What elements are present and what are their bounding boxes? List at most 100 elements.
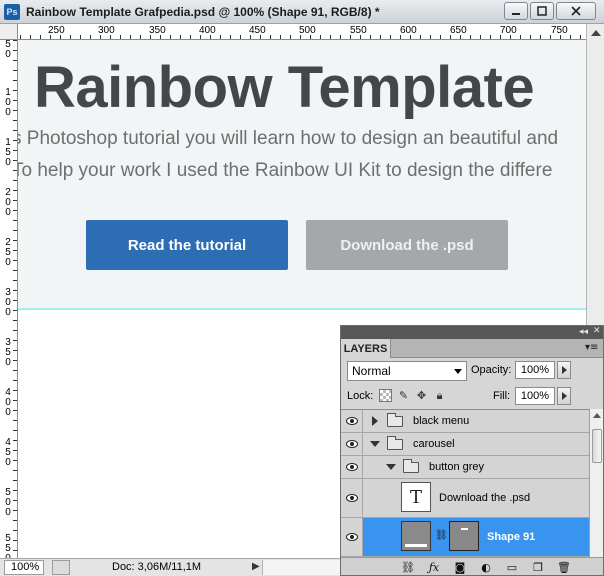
expand-triangle-icon[interactable] <box>372 416 378 426</box>
ruler-label: 450 <box>5 437 11 468</box>
layer-row[interactable]: carousel <box>341 433 589 456</box>
zoom-field[interactable]: 100% <box>4 560 44 575</box>
layer-style-icon[interactable]: ƒx <box>427 560 441 574</box>
chevron-down-icon <box>454 369 462 374</box>
ruler-vertical[interactable]: 50 100 150 200 250 300 350 400 450 500 5… <box>0 40 18 558</box>
layer-row[interactable]: black menu <box>341 410 589 433</box>
ruler-label: 550 <box>5 533 11 559</box>
layers-scrollbar[interactable] <box>589 409 603 557</box>
panel-menu-icon[interactable]: ▾≡ <box>585 342 598 353</box>
visibility-toggle[interactable] <box>341 479 363 517</box>
layer-name: Shape 91 <box>487 531 536 543</box>
restore-icon <box>537 6 547 16</box>
layer-name: black menu <box>413 415 470 427</box>
folder-icon <box>387 413 403 427</box>
ruler-horizontal[interactable]: 250 300 350 400 450 500 550 600 650 700 … <box>18 24 586 40</box>
opacity-slider-button[interactable] <box>557 361 571 379</box>
layer-row[interactable]: T Download the .psd <box>341 479 589 518</box>
new-layer-icon[interactable]: ❐ <box>531 560 545 574</box>
eye-icon <box>345 494 358 502</box>
ruler-label: 450 <box>249 25 266 36</box>
eye-icon <box>345 440 358 448</box>
opacity-field[interactable]: 100% <box>515 361 555 379</box>
vector-mask-thumbnail <box>449 521 479 551</box>
delete-layer-icon[interactable]: 🗑︎ <box>557 560 571 574</box>
status-menu-arrow-icon[interactable]: ▶ <box>252 561 260 572</box>
ruler-label: 150 <box>5 137 11 168</box>
link-layers-icon[interactable]: ⛓ <box>401 560 415 574</box>
close-button[interactable] <box>556 2 596 20</box>
layer-name: Download the .psd <box>439 492 531 504</box>
document-size-info[interactable]: Doc: 3,06M/11,1M <box>112 561 201 573</box>
hero-title: Rainbow Template <box>34 55 535 120</box>
lock-transparency-icon[interactable] <box>379 389 392 402</box>
ruler-label: 500 <box>299 25 316 36</box>
read-tutorial-button[interactable]: Read the tutorial <box>86 220 288 270</box>
add-mask-icon[interactable]: ◙ <box>453 560 467 574</box>
lock-label: Lock: <box>347 390 374 402</box>
visibility-toggle[interactable] <box>341 456 363 478</box>
scroll-up-arrow-icon[interactable] <box>591 30 601 36</box>
status-preview-icon[interactable] <box>52 560 70 575</box>
layers-panel: ◂◂ ✕ LAYERS ▾≡ Normal Opacity: 100% Lock… <box>340 325 604 576</box>
lock-all-icon[interactable]: 🔒︎ <box>433 389 446 402</box>
collapse-triangle-icon[interactable] <box>386 464 396 470</box>
folder-icon <box>387 436 403 450</box>
hero-section: Rainbow Template s Photoshop tutorial yo… <box>18 40 586 309</box>
canvas-vertical-scrollbar[interactable] <box>586 24 604 330</box>
minimize-icon <box>512 13 520 15</box>
restore-button[interactable] <box>530 2 554 20</box>
chain-link-icon[interactable]: ⛓ <box>435 530 448 541</box>
visibility-toggle[interactable] <box>341 518 363 556</box>
lock-move-icon[interactable]: ✥ <box>415 389 428 402</box>
collapse-panel-icon[interactable]: ◂◂ <box>579 327 588 337</box>
fill-field[interactable]: 100% <box>515 387 555 405</box>
visibility-toggle[interactable] <box>341 433 363 455</box>
fill-label: Fill: <box>493 390 511 402</box>
ruler-corner[interactable] <box>0 24 18 40</box>
eye-icon <box>345 463 358 471</box>
close-panel-icon[interactable]: ✕ <box>593 326 601 336</box>
layers-list: black menu carousel button grey T Downlo… <box>341 409 603 557</box>
tab-layers[interactable]: LAYERS <box>341 339 391 358</box>
layer-name: button grey <box>429 461 485 473</box>
eye-icon <box>345 417 358 425</box>
ruler-label: 100 <box>5 87 11 118</box>
minimize-button[interactable] <box>504 2 528 20</box>
layer-row-selected[interactable]: ⛓ Shape 91 <box>341 518 589 557</box>
ruler-label: 300 <box>5 287 11 318</box>
layers-bottom-toolbar: ⛓ ƒx ◙ ◐ ▭ ❐ 🗑︎ <box>341 557 603 575</box>
panel-header-strip[interactable]: ◂◂ ✕ <box>341 326 603 339</box>
hero-text-line: s Photoshop tutorial you will learn how … <box>18 128 559 149</box>
ruler-label: 650 <box>450 25 467 36</box>
ruler-label: 600 <box>400 25 417 36</box>
layer-name: carousel <box>413 438 455 450</box>
eye-icon <box>345 533 358 541</box>
title-bar: Ps Rainbow Template Grafpedia.psd @ 100%… <box>0 0 604 24</box>
fill-slider-button[interactable] <box>557 387 571 405</box>
scrollbar-thumb[interactable] <box>592 429 602 463</box>
ruler-label: 400 <box>5 387 11 418</box>
collapse-triangle-icon[interactable] <box>370 441 380 447</box>
ruler-label: 350 <box>149 25 166 36</box>
scroll-up-arrow-icon[interactable] <box>593 413 601 418</box>
blend-mode-select[interactable]: Normal <box>347 361 467 381</box>
opacity-label: Opacity: <box>471 364 512 376</box>
layer-row[interactable]: button grey <box>341 456 589 479</box>
ruler-label: 300 <box>98 25 115 36</box>
new-group-icon[interactable]: ▭ <box>505 560 519 574</box>
visibility-toggle[interactable] <box>341 410 363 432</box>
download-psd-button[interactable]: Download the .psd <box>306 220 508 270</box>
ruler-label: 250 <box>5 237 11 268</box>
canvas-horizontal-scrollbar[interactable] <box>262 560 340 575</box>
adjustment-layer-icon[interactable]: ◐ <box>479 560 493 574</box>
ruler-label: 500 <box>5 487 11 518</box>
close-icon <box>571 6 581 16</box>
panel-tab-row: LAYERS ▾≡ <box>341 339 603 358</box>
lock-brush-icon[interactable]: ✎ <box>397 389 410 402</box>
ruler-label: 250 <box>48 25 65 36</box>
shape-layer-thumbnail <box>401 521 431 551</box>
folder-icon <box>403 459 419 473</box>
status-bar: 100% Doc: 3,06M/11,1M ▶ <box>0 558 340 576</box>
text-layer-thumbnail: T <box>401 482 431 512</box>
